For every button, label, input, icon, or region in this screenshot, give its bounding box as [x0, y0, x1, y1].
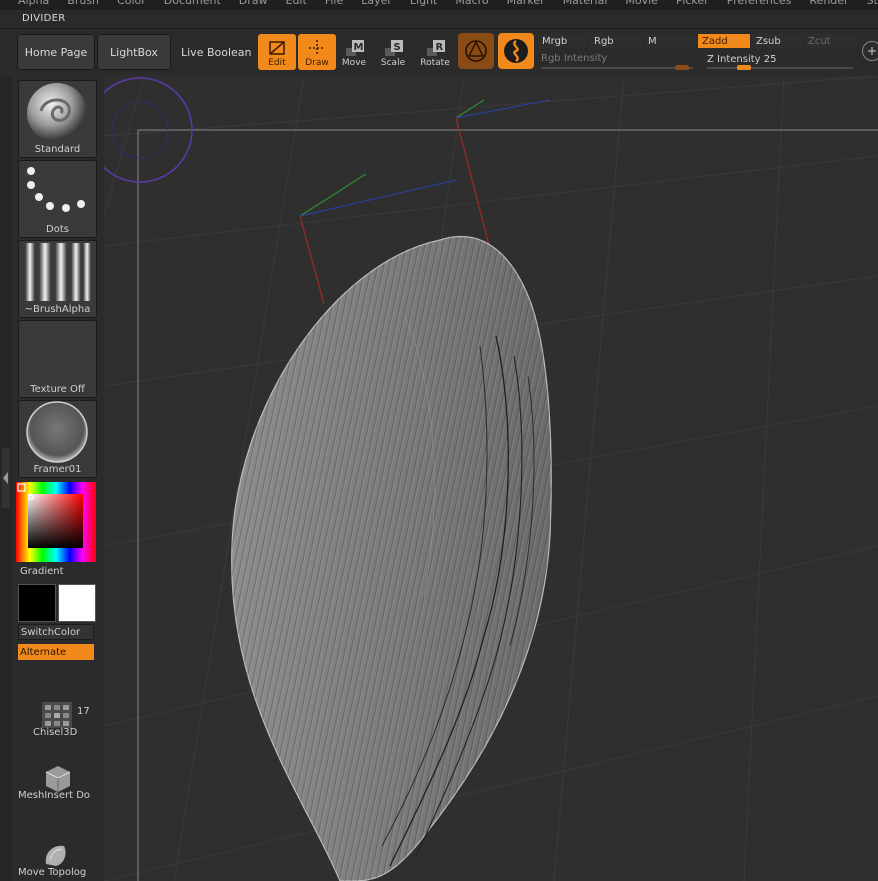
svg-text:R: R — [436, 42, 444, 53]
menu-items: Alpha Brush Color Document Draw Edit File Layer… — [18, 0, 878, 7]
draw-label: Draw — [305, 58, 329, 68]
menu-item-draw[interactable]: Draw — [239, 0, 268, 7]
dots-stroke-icon — [27, 167, 85, 212]
z-intensity-slider[interactable] — [707, 67, 853, 69]
viewport[interactable] — [104, 76, 878, 881]
brush-alpha-label: ~BrushAlpha — [24, 304, 91, 315]
zcut-button[interactable]: Zcut — [804, 34, 856, 48]
move-topolog-label: Move Topolog — [18, 867, 87, 878]
menu-item-movie[interactable]: Movie — [625, 0, 658, 7]
menu-item-stencil[interactable]: Stencil — [867, 0, 878, 7]
menu-item-color[interactable]: Color — [117, 0, 146, 7]
transpose-button[interactable] — [498, 33, 534, 69]
mesh-insert-label: MeshInsert Do — [18, 790, 91, 801]
texture-slot[interactable]: Texture Off — [18, 320, 97, 398]
menu-item-picker[interactable]: Picker — [676, 0, 709, 7]
sculpt-mesh[interactable] — [231, 235, 552, 881]
menu-item-light[interactable]: Light — [410, 0, 437, 7]
framer-label: Framer01 — [33, 464, 82, 475]
chisel3d-grid-icon — [42, 702, 72, 728]
z-intensity-knob[interactable] — [736, 65, 751, 70]
material-slot[interactable]: Framer01 — [18, 400, 97, 478]
stroke-slot[interactable]: Dots — [18, 160, 97, 238]
menu-item-document[interactable]: Document — [164, 0, 221, 7]
mrgb-button[interactable]: Mrgb — [538, 34, 588, 48]
menu-item-brush[interactable]: Brush — [67, 0, 99, 7]
mesh-insert-icon — [45, 766, 71, 792]
alpha-slot[interactable]: ~BrushAlpha — [18, 240, 97, 318]
menu-item-file[interactable]: File — [325, 0, 343, 7]
palette-title: DIVIDER — [22, 13, 66, 24]
menu-item-marker[interactable]: Marker — [507, 0, 545, 7]
menu-bar: Alpha Brush Color Document Draw Edit File Layer… — [0, 0, 878, 10]
standard-label: Standard — [34, 144, 81, 155]
draw-tool-button[interactable]: Draw — [298, 34, 336, 70]
scale-tool-button[interactable]: S Scale — [374, 34, 412, 70]
add-circle-button[interactable] — [862, 41, 878, 61]
lightbox-button[interactable]: LightBox — [97, 34, 171, 70]
menu-item-layer[interactable]: Layer — [361, 0, 392, 7]
top-toolbar: Home Page LightBox Live Boolean Edit Dra… — [0, 28, 878, 78]
transpose-icon — [504, 39, 528, 63]
rgb-button[interactable]: Rgb — [590, 34, 642, 48]
chisel3d-slot[interactable]: 17 Chisel3D — [16, 700, 98, 742]
chisel3d-label: Chisel3D — [33, 727, 78, 738]
menu-item-alpha[interactable]: Alpha — [18, 0, 49, 7]
z-intensity-label: Z Intensity 25 — [707, 54, 777, 65]
menu-item-material[interactable]: Material — [563, 0, 608, 7]
zadd-button[interactable]: Zadd — [698, 34, 750, 48]
live-boolean-button[interactable]: Live Boolean — [181, 46, 252, 59]
menu-item-macro[interactable]: Macro — [455, 0, 488, 7]
secondary-color-swatch[interactable] — [58, 584, 96, 622]
primary-color-swatch[interactable] — [18, 584, 56, 622]
menu-item-preferences[interactable]: Preferences — [727, 0, 792, 7]
chisel3d-count: 17 — [77, 706, 90, 717]
svg-text:S: S — [394, 42, 401, 53]
scale-label: Scale — [380, 58, 406, 68]
edit-tool-button[interactable]: Edit — [258, 34, 296, 70]
color-picker[interactable] — [16, 482, 96, 562]
left-tray-strip — [0, 76, 12, 881]
scale-icon: S — [385, 40, 403, 56]
rgb-intensity-label: Rgb Intensity — [541, 53, 608, 64]
rotate-icon: R — [427, 40, 445, 56]
gizmo-button[interactable] — [458, 33, 494, 69]
brush-slot[interactable]: Standard — [18, 80, 97, 158]
dots-label: Dots — [46, 224, 69, 235]
move-tool-button[interactable]: M Move — [335, 34, 373, 70]
texture-off-label: Texture Off — [30, 384, 85, 395]
edit-label: Edit — [268, 58, 286, 68]
edit-icon — [269, 41, 285, 55]
gizmo-icon — [465, 40, 487, 62]
move-topolog-slot[interactable]: Move Topolog — [16, 840, 98, 881]
plus-icon — [868, 47, 876, 55]
home-page-button[interactable]: Home Page — [17, 34, 95, 70]
svg-text:M: M — [354, 42, 364, 53]
color-picker-wheel[interactable] — [16, 482, 96, 562]
material-sphere-icon — [26, 401, 88, 463]
alternate-button[interactable]: Alternate — [18, 644, 94, 660]
mesh-insert-slot[interactable]: MeshInsert Do — [16, 762, 98, 806]
switch-color-button[interactable]: SwitchColor — [18, 624, 94, 640]
draw-icon — [309, 40, 325, 56]
move-topolog-icon — [45, 845, 66, 866]
rgb-intensity-knob[interactable] — [675, 65, 690, 70]
standard-brush-icon — [27, 83, 87, 143]
menu-item-render[interactable]: Render — [809, 0, 848, 7]
zsub-button[interactable]: Zsub — [752, 34, 802, 48]
m-button[interactable]: M — [644, 34, 696, 48]
tray-arrow-icon[interactable] — [0, 448, 12, 508]
rotate-tool-button[interactable]: R Rotate — [416, 34, 454, 70]
rgb-intensity-slider[interactable] — [541, 67, 693, 69]
document-canvas[interactable] — [104, 76, 878, 881]
move-icon: M — [346, 40, 364, 56]
gradient-label[interactable]: Gradient — [20, 566, 64, 577]
rotate-label: Rotate — [420, 58, 450, 68]
menu-item-edit[interactable]: Edit — [286, 0, 307, 7]
brush-alpha-icon — [25, 243, 91, 301]
move-label: Move — [341, 58, 367, 68]
